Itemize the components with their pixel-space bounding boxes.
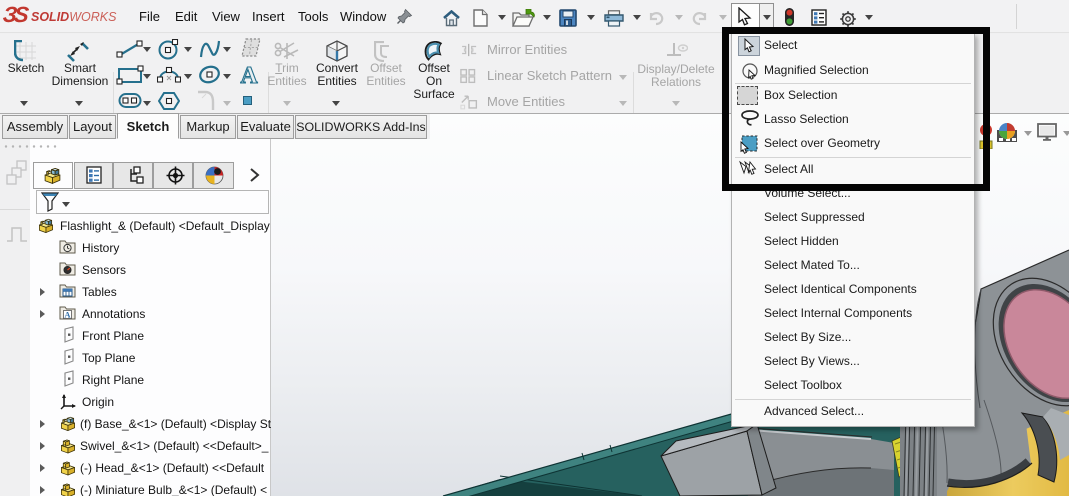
svg-text:A: A: [64, 310, 71, 320]
svg-text:A: A: [240, 63, 258, 87]
